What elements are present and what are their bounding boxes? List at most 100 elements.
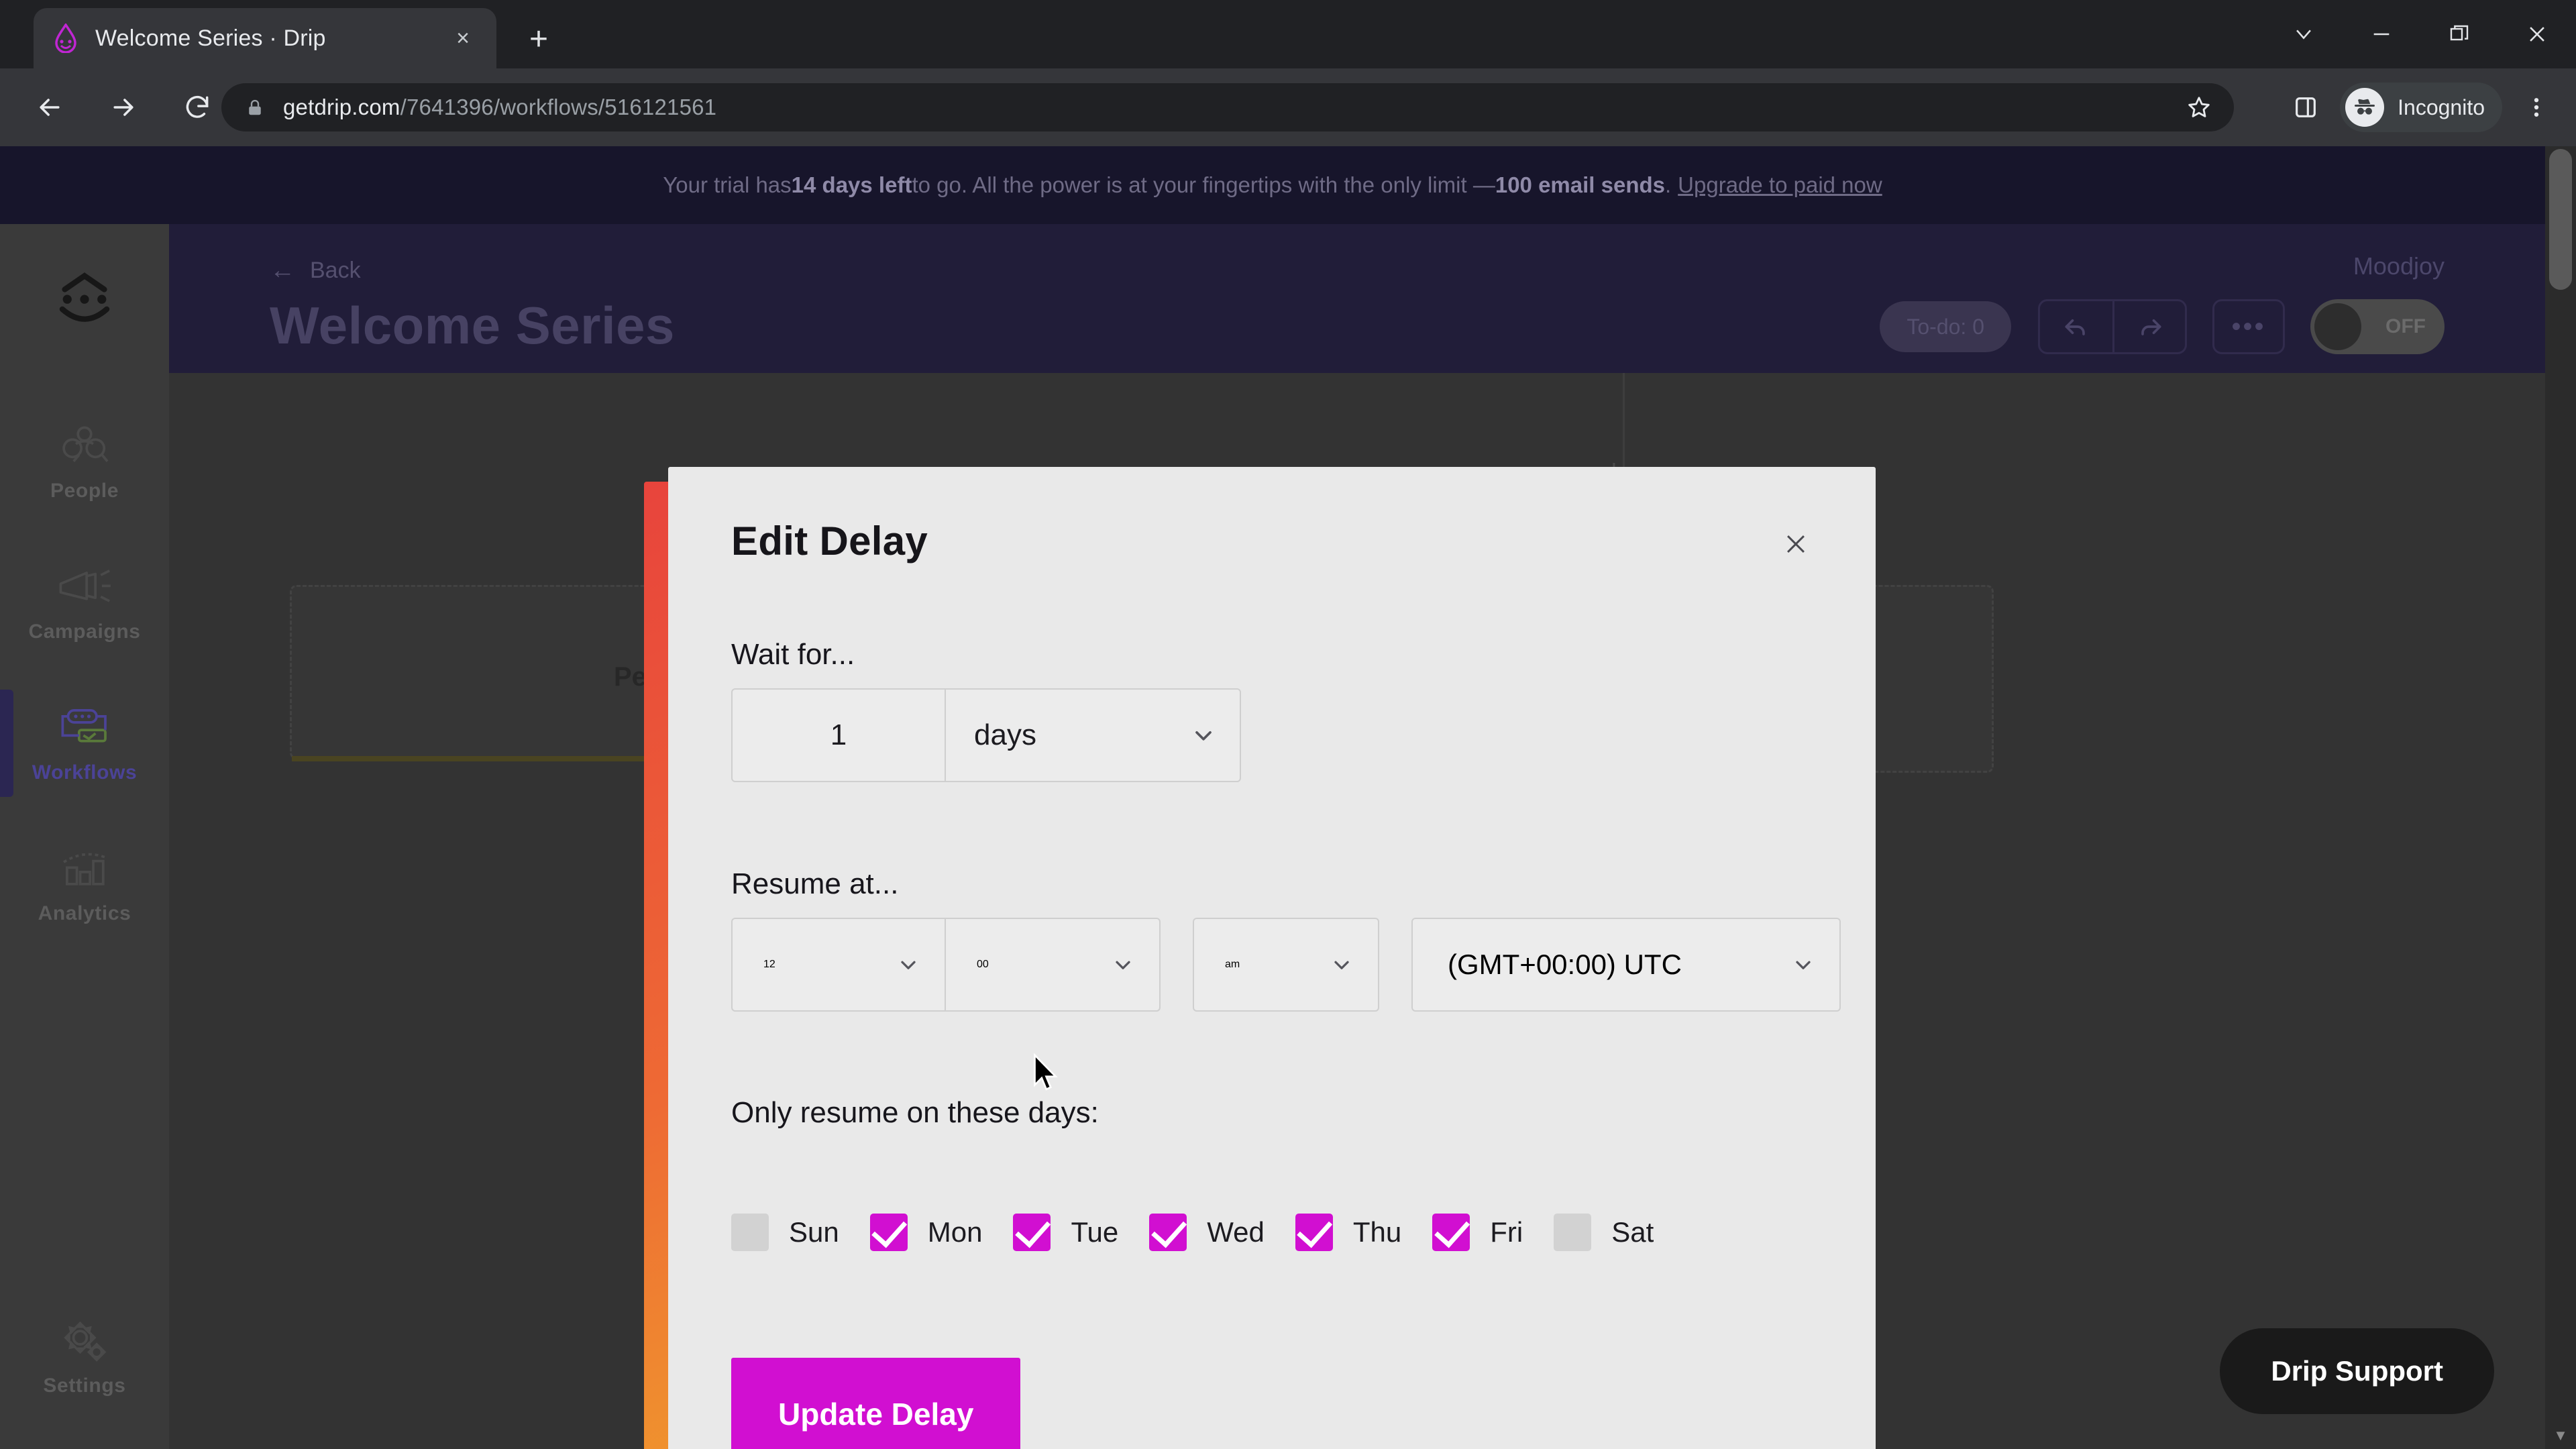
day-checkbox-tue[interactable]: Tue — [1013, 1214, 1118, 1251]
url-host: getdrip.com — [283, 95, 400, 119]
close-icon[interactable] — [2498, 0, 2576, 68]
resume-timezone-value: (GMT+00:00) UTC — [1448, 949, 1682, 980]
day-checkbox-fri[interactable]: Fri — [1432, 1214, 1523, 1251]
back-arrow-icon[interactable] — [17, 75, 82, 140]
chevron-down-icon[interactable] — [2265, 0, 2343, 68]
resume-timezone-select[interactable]: (GMT+00:00) UTC — [1411, 918, 1841, 1012]
checkbox-fri[interactable] — [1432, 1214, 1470, 1251]
day-checkbox-wed[interactable]: Wed — [1149, 1214, 1265, 1251]
tab-close-icon[interactable]: × — [447, 22, 479, 54]
resume-ampm-select[interactable]: am — [1193, 918, 1379, 1012]
toolbar-right-actions: Incognito — [2278, 68, 2576, 146]
workflow-on-off-toggle[interactable]: OFF — [2310, 299, 2445, 354]
more-options-button[interactable]: ••• — [2212, 299, 2285, 354]
address-bar[interactable]: getdrip.com/7641396/workflows/516121561 — [221, 83, 2234, 131]
megaphone-icon — [56, 561, 113, 612]
wait-unit-value: days — [974, 718, 1036, 751]
upgrade-link[interactable]: Upgrade to paid now — [1678, 172, 1882, 198]
sidebar-item-people[interactable]: People — [0, 396, 169, 527]
trial-text-2: to go. All the power is at your fingerti… — [912, 172, 1495, 197]
sidebar-item-campaigns[interactable]: Campaigns — [0, 537, 169, 668]
redo-icon[interactable] — [2112, 301, 2185, 352]
page-viewport: Your trial has 14 days left to go. All t… — [0, 146, 2576, 1449]
bar-chart-icon — [59, 843, 110, 894]
new-tab-button[interactable]: + — [518, 19, 559, 60]
day-checkbox-sat[interactable]: Sat — [1554, 1214, 1654, 1251]
sidebar-item-settings[interactable]: Settings — [0, 1291, 169, 1422]
scrollbar-thumb[interactable] — [2549, 149, 2572, 290]
trial-days-left: 14 days left — [791, 172, 912, 197]
day-label: Sat — [1611, 1216, 1654, 1248]
workflow-header: ← Back Welcome Series Moodjoy To-do: 0 •… — [169, 224, 2545, 373]
tab-title: Welcome Series · Drip — [95, 25, 326, 51]
url-path: /7641396/workflows/516121561 — [400, 95, 717, 119]
chevron-down-icon — [867, 953, 920, 977]
resume-minute-value: 00 — [977, 959, 989, 970]
close-icon[interactable] — [1774, 522, 1818, 566]
checkbox-tue[interactable] — [1013, 1214, 1051, 1251]
workflow-toolbar: To-do: 0 ••• OFF — [1880, 299, 2445, 354]
chevron-down-icon — [1762, 953, 1815, 977]
wait-amount-value: 1 — [830, 718, 847, 751]
left-arrow-icon: ← — [270, 256, 295, 284]
minimize-icon[interactable] — [2343, 0, 2420, 68]
incognito-avatar-icon — [2345, 88, 2385, 127]
resume-at-controls: 12 00 am (GMT+00:00) UTC — [731, 918, 1841, 1012]
back-label: Back — [310, 258, 361, 283]
email-node[interactable]: Pe — [290, 585, 708, 761]
day-label: Fri — [1490, 1216, 1523, 1248]
resume-hour-value: 12 — [763, 959, 775, 970]
update-delay-button[interactable]: Update Delay — [731, 1358, 1021, 1449]
trial-text-1: Your trial has — [663, 172, 792, 197]
sidebar-item-label: Settings — [43, 1375, 126, 1397]
browser-toolbar: getdrip.com/7641396/workflows/516121561 — [0, 68, 2576, 146]
people-icon — [58, 421, 111, 472]
wait-unit-select[interactable]: days — [946, 688, 1241, 782]
resume-minute-select[interactable]: 00 — [946, 918, 1161, 1012]
todo-badge[interactable]: To-do: 0 — [1880, 301, 2011, 352]
day-checkbox-sun[interactable]: Sun — [731, 1214, 839, 1251]
trial-text-3: . — [1665, 172, 1672, 197]
day-checkbox-thu[interactable]: Thu — [1295, 1214, 1401, 1251]
page-scrollbar[interactable]: ▲ ▼ — [2545, 146, 2576, 1449]
reload-icon[interactable] — [165, 75, 229, 140]
app-sidebar: People Campaigns Workflows Analytics Set… — [0, 224, 169, 1449]
sidebar-item-label: Analytics — [38, 902, 131, 924]
resume-days-label: Only resume on these days: — [731, 1096, 1099, 1129]
wait-amount-input[interactable]: 1 — [731, 688, 946, 782]
window-controls — [2265, 0, 2576, 68]
email-node-title: Pe — [614, 662, 647, 692]
drip-support-button[interactable]: Drip Support — [2220, 1328, 2494, 1414]
browser-tab[interactable]: Welcome Series · Drip × — [34, 8, 496, 68]
side-panel-icon[interactable] — [2278, 80, 2333, 135]
back-button[interactable]: ← Back — [270, 256, 361, 285]
sidebar-item-analytics[interactable]: Analytics — [0, 818, 169, 950]
scroll-down-icon[interactable]: ▼ — [2545, 1422, 2576, 1449]
day-label: Mon — [927, 1216, 983, 1248]
bookmark-star-icon[interactable] — [2183, 91, 2215, 123]
workflows-icon — [57, 702, 112, 753]
page-title: Welcome Series — [270, 296, 675, 355]
sidebar-item-workflows[interactable]: Workflows — [0, 678, 169, 809]
resume-at-label: Resume at... — [731, 867, 899, 900]
sidebar-item-label: Campaigns — [28, 621, 141, 643]
three-dot-menu-icon[interactable] — [2509, 80, 2564, 135]
checkbox-wed[interactable] — [1149, 1214, 1187, 1251]
restore-icon[interactable] — [2420, 0, 2498, 68]
checkbox-sat[interactable] — [1554, 1214, 1592, 1251]
checkbox-thu[interactable] — [1295, 1214, 1333, 1251]
checkbox-mon[interactable] — [869, 1214, 908, 1251]
resume-hour-select[interactable]: 12 — [731, 918, 946, 1012]
undo-icon[interactable] — [2040, 301, 2112, 352]
forward-arrow-icon[interactable] — [91, 75, 156, 140]
drip-face-logo-icon[interactable] — [34, 260, 135, 341]
address-bar-url: getdrip.com/7641396/workflows/516121561 — [283, 95, 716, 120]
day-label: Tue — [1071, 1216, 1119, 1248]
day-checkbox-mon[interactable]: Mon — [869, 1214, 983, 1251]
lock-icon — [241, 94, 268, 121]
checkbox-sun[interactable] — [731, 1214, 769, 1251]
undo-redo-group — [2038, 299, 2187, 354]
incognito-profile-button[interactable]: Incognito — [2340, 83, 2502, 132]
wait-for-label: Wait for... — [731, 638, 855, 671]
toggle-state-label: OFF — [2385, 315, 2426, 337]
